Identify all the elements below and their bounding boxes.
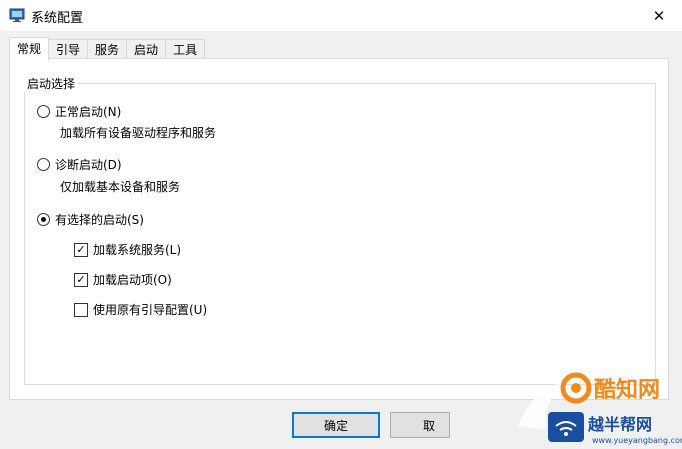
title-bar: 系统配置 ✕ bbox=[0, 0, 682, 31]
diagnostic-startup-radio-dot bbox=[37, 158, 50, 171]
normal-startup-radio[interactable]: 正常启动(N) bbox=[37, 103, 121, 120]
msconfig-app-icon bbox=[9, 8, 25, 22]
load-system-services-label: 加载系统服务(L) bbox=[93, 243, 182, 257]
watermark-wifi-badge-icon bbox=[548, 412, 584, 442]
normal-startup-description: 加载所有设备驱动程序和服务 bbox=[60, 126, 217, 140]
tab-services[interactable]: 服务 bbox=[87, 39, 128, 60]
watermark-url-text: www.yueyangbang.com bbox=[592, 436, 682, 445]
use-original-boot-config-label: 使用原有引导配置(U) bbox=[93, 303, 208, 317]
normal-startup-radio-dot bbox=[37, 105, 50, 118]
selective-startup-label: 有选择的启动(S) bbox=[55, 213, 144, 227]
selective-startup-radio[interactable]: 有选择的启动(S) bbox=[37, 211, 144, 228]
use-original-boot-config-check-icon bbox=[74, 302, 88, 317]
load-system-services-checkbox[interactable]: ✓ 加载系统服务(L) bbox=[74, 241, 181, 258]
load-startup-items-checkbox[interactable]: ✓ 加载启动项(O) bbox=[74, 271, 172, 288]
normal-startup-label: 正常启动(N) bbox=[55, 105, 122, 119]
tab-boot[interactable]: 引导 bbox=[48, 39, 89, 60]
watermark-sub-brand-text: 越半帮网 bbox=[587, 415, 652, 434]
diagnostic-startup-radio[interactable]: 诊断启动(D) bbox=[37, 156, 122, 173]
selective-startup-radio-dot bbox=[37, 213, 50, 226]
tab-startup[interactable]: 启动 bbox=[126, 39, 167, 60]
cancel-button[interactable]: 取 bbox=[390, 412, 450, 438]
ok-button[interactable]: 确定 bbox=[292, 412, 380, 438]
startup-selection-title: 启动选择 bbox=[24, 75, 79, 92]
close-icon: ✕ bbox=[652, 6, 666, 25]
diagnostic-startup-label: 诊断启动(D) bbox=[55, 158, 122, 172]
load-system-services-check-icon: ✓ bbox=[74, 242, 88, 257]
load-startup-items-check-icon: ✓ bbox=[74, 272, 88, 287]
tab-strip: 常规 引导 服务 启动 工具 bbox=[9, 37, 206, 61]
use-original-boot-config-checkbox[interactable]: 使用原有引导配置(U) bbox=[74, 301, 207, 318]
tab-general[interactable]: 常规 bbox=[9, 37, 50, 61]
window-title: 系统配置 bbox=[31, 11, 84, 26]
close-button[interactable]: ✕ bbox=[636, 0, 682, 31]
diagnostic-startup-description: 仅加载基本设备和服务 bbox=[60, 180, 181, 194]
load-startup-items-label: 加载启动项(O) bbox=[93, 273, 172, 287]
tab-tools[interactable]: 工具 bbox=[165, 39, 206, 60]
general-tab-panel: 启动选择 正常启动(N) 加载所有设备驱动程序和服务 诊断启动(D) 仅加载基本… bbox=[9, 58, 669, 400]
